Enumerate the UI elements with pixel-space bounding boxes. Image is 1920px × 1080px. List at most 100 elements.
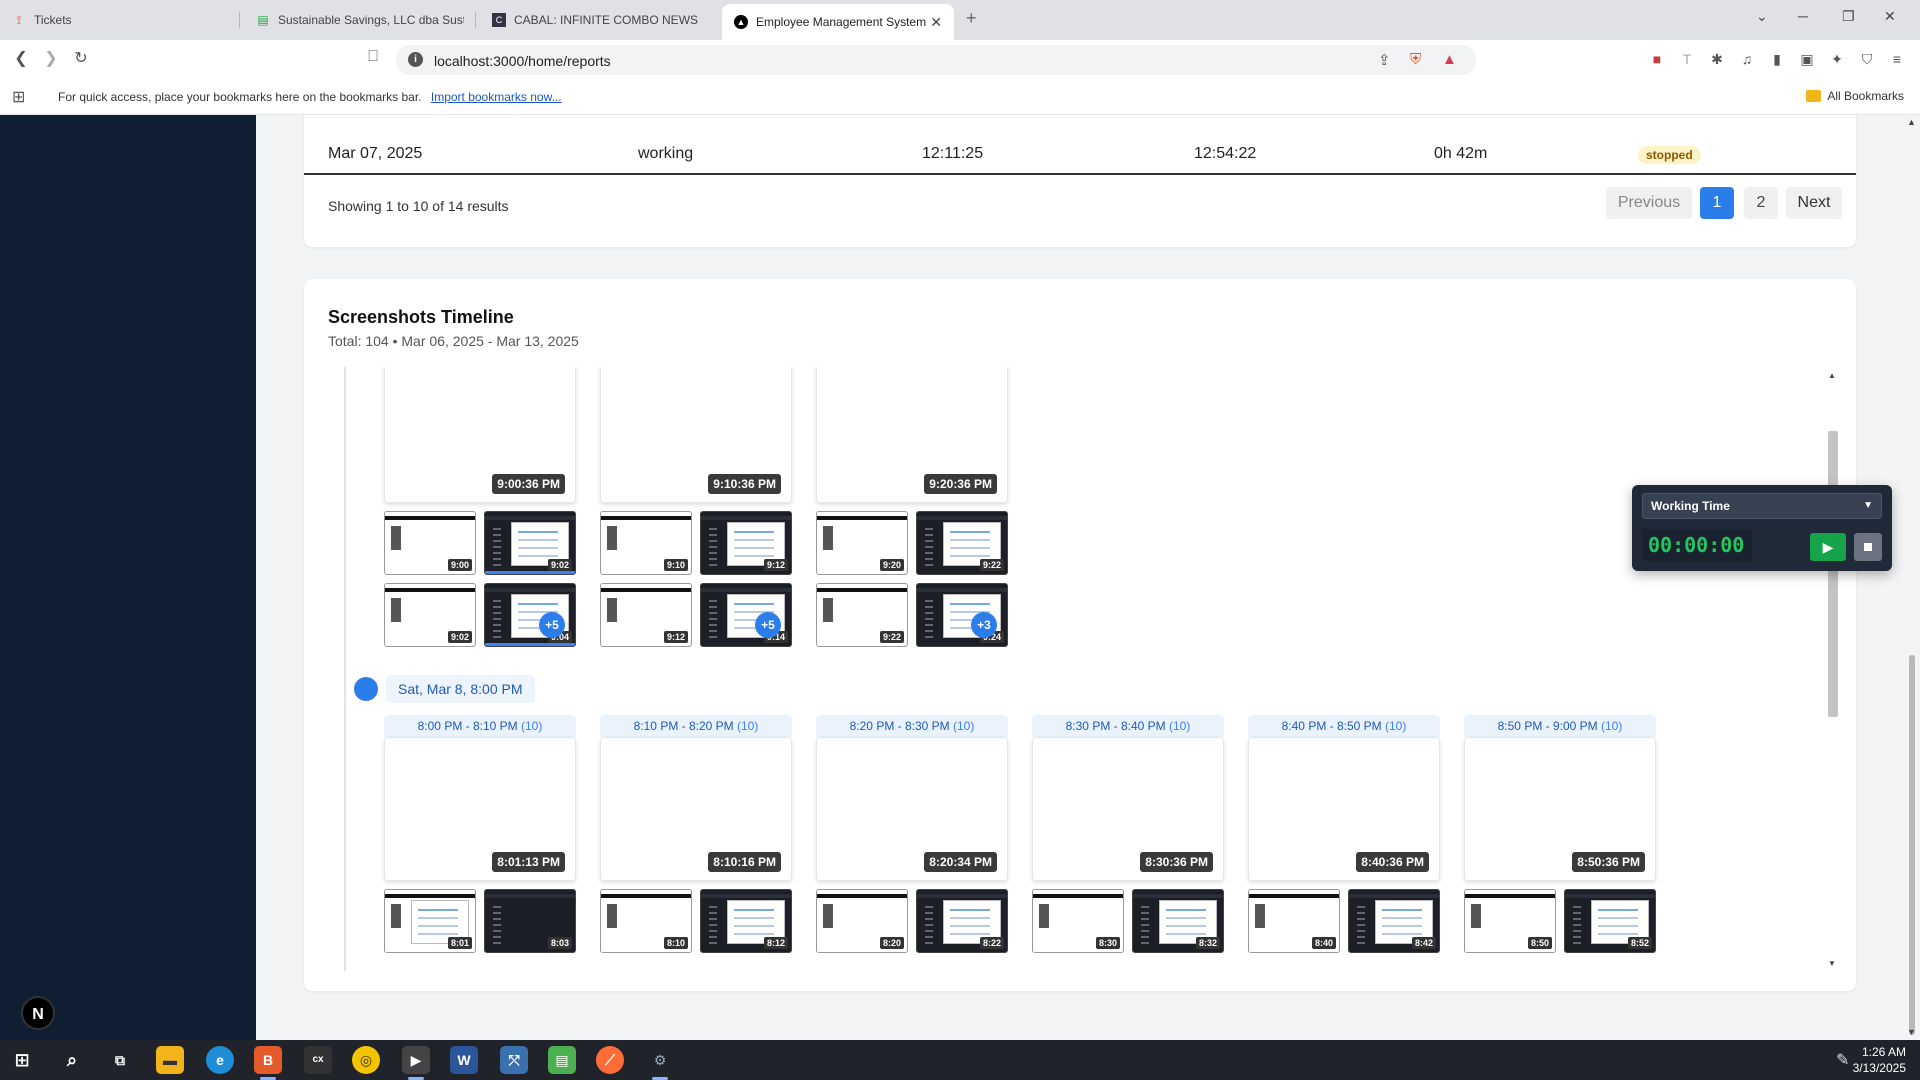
mini-screenshot[interactable]: 9:22 xyxy=(816,583,908,647)
back-icon[interactable]: ❮ xyxy=(10,48,32,68)
address-bar[interactable]: i localhost:3000/home/reports ⇪ ⛨ ▲ xyxy=(396,45,1476,75)
postman-icon[interactable]: ⟋ xyxy=(596,1046,624,1074)
tab-sustainable-savings[interactable]: ▤ Sustainable Savings, LLC dba Sustain xyxy=(244,0,476,40)
forward-icon[interactable]: ❯ xyxy=(40,48,62,68)
mini-screenshot[interactable]: 8:32 xyxy=(1132,889,1224,953)
screenshot-thumbnail[interactable]: 8:50:36 PM xyxy=(1464,737,1656,881)
vpn-icon[interactable]: ⛉ xyxy=(1858,50,1876,68)
search-icon[interactable]: ⌕ xyxy=(58,1046,86,1074)
tab-employee-management[interactable]: ▲ Employee Management System ✕ xyxy=(722,4,954,40)
mini-screenshot[interactable]: 9:14 +5 xyxy=(700,583,792,647)
tab-search-icon[interactable]: ⌄ xyxy=(1756,8,1768,25)
extension-icon[interactable]: ■ xyxy=(1648,50,1666,68)
screenshot-thumbnail[interactable]: 8:20:34 PM xyxy=(816,737,1008,881)
mini-screenshot[interactable]: 8:20 xyxy=(816,889,908,953)
minimize-icon[interactable]: ─ xyxy=(1798,8,1808,24)
file-explorer-icon[interactable]: ▬ xyxy=(156,1046,184,1074)
translate-icon[interactable]: T xyxy=(1678,50,1696,68)
mini-screenshot[interactable]: 9:10 xyxy=(600,511,692,575)
tab-cabal[interactable]: C CABAL: INFINITE COMBO NEWS xyxy=(480,0,718,40)
mini-screenshot[interactable]: 9:02 xyxy=(384,583,476,647)
screenshot-thumbnail[interactable]: 9:20:36 PM xyxy=(816,367,1008,503)
menu-icon[interactable]: ≡ xyxy=(1888,50,1906,68)
mini-screenshot[interactable]: 8:12 xyxy=(700,889,792,953)
mini-screenshot[interactable]: 9:12 xyxy=(600,583,692,647)
system-clock[interactable]: 1:26 AM 3/13/2025 xyxy=(1853,1044,1906,1076)
screenshot-thumbnail[interactable]: 9:00:36 PM xyxy=(384,367,576,503)
reload-icon[interactable]: ↻ xyxy=(70,48,92,68)
sidebar-icon[interactable]: ▮ xyxy=(1768,50,1786,68)
more-screenshots-badge[interactable]: +5 xyxy=(539,612,565,638)
mini-screenshot[interactable]: 8:22 xyxy=(916,889,1008,953)
next-page-button[interactable]: Next xyxy=(1786,187,1842,219)
mini-screenshot[interactable]: 8:03 xyxy=(484,889,576,953)
tab-tickets[interactable]: ⟟ Tickets xyxy=(0,0,240,40)
mini-screenshot[interactable]: 8:10 xyxy=(600,889,692,953)
scrollbar-thumb[interactable] xyxy=(1828,431,1838,717)
close-window-icon[interactable]: ✕ xyxy=(1884,8,1896,25)
mini-screenshot[interactable]: 8:40 xyxy=(1248,889,1340,953)
cursor-app-icon[interactable]: ▶ xyxy=(402,1046,430,1074)
previous-page-button[interactable]: Previous xyxy=(1606,187,1692,219)
brave-rewards-icon[interactable]: ▲ xyxy=(1442,51,1457,68)
page-scroll-down-icon[interactable]: ▼ xyxy=(1907,1027,1916,1037)
bookmark-icon[interactable]: ⎕ xyxy=(362,48,384,66)
close-tab-icon[interactable]: ✕ xyxy=(930,14,942,31)
task-view-icon[interactable]: ⧉ xyxy=(106,1046,134,1074)
mini-screenshot[interactable]: 8:50 xyxy=(1464,889,1556,953)
page-scrollbar[interactable]: ▲ ▼ xyxy=(1904,115,1920,1040)
page-1-button[interactable]: 1 xyxy=(1700,187,1734,219)
new-tab-button[interactable]: + xyxy=(966,8,977,29)
screenshot-thumbnail[interactable]: 9:10:36 PM xyxy=(600,367,792,503)
leo-ai-icon[interactable]: ✦ xyxy=(1828,50,1846,68)
edge-icon[interactable]: e xyxy=(206,1046,234,1074)
scroll-up-icon[interactable]: ▲ xyxy=(1828,371,1836,380)
chat-app-icon[interactable]: ◎ xyxy=(352,1046,380,1074)
mini-screenshot[interactable]: 8:42 xyxy=(1348,889,1440,953)
extensions-puzzle-icon[interactable]: ✱ xyxy=(1708,50,1726,68)
mini-screenshot[interactable]: 8:52 xyxy=(1564,889,1656,953)
start-timer-button[interactable]: ▶ xyxy=(1810,533,1846,561)
wallet-icon[interactable]: ▣ xyxy=(1798,50,1816,68)
screenshot-thumbnail[interactable]: 8:01:13 PM xyxy=(384,737,576,881)
timer-mode-select[interactable]: Working Time ▼ xyxy=(1642,493,1882,519)
restore-icon[interactable]: ❐ xyxy=(1842,8,1855,25)
apps-grid-icon[interactable]: ⊞ xyxy=(12,87,25,107)
nextjs-dev-badge[interactable]: N xyxy=(21,996,55,1030)
capcut-icon[interactable]: cx xyxy=(304,1046,332,1074)
site-info-icon[interactable]: i xyxy=(408,52,423,67)
mini-screenshot[interactable]: 9:24 +3 xyxy=(916,583,1008,647)
mini-screenshot[interactable]: 9:20 xyxy=(816,511,908,575)
scroll-down-icon[interactable]: ▼ xyxy=(1828,959,1836,968)
mini-screenshot[interactable]: 9:00 xyxy=(384,511,476,575)
page-scroll-up-icon[interactable]: ▲ xyxy=(1907,117,1916,127)
mysql-workbench-icon[interactable]: ⤲ xyxy=(500,1046,528,1074)
mini-screenshot[interactable]: 8:01 xyxy=(384,889,476,953)
timeline-scroll-area[interactable]: 9:00:36 PM 9:00 9:02 9:02 9:04 +5 9:10:36… xyxy=(344,367,1824,971)
brave-shields-icon[interactable]: ⛨ xyxy=(1410,51,1421,68)
more-screenshots-badge[interactable]: +5 xyxy=(755,612,781,638)
mini-screenshot[interactable]: 9:22 xyxy=(916,511,1008,575)
settings-gear-icon[interactable]: ⚙ xyxy=(646,1046,674,1074)
screenshot-thumbnail[interactable]: 8:40:36 PM xyxy=(1248,737,1440,881)
more-screenshots-badge[interactable]: +3 xyxy=(971,612,997,638)
stop-timer-button[interactable] xyxy=(1854,533,1882,561)
pen-icon[interactable]: ✎ xyxy=(1836,1050,1849,1070)
mini-screenshot[interactable]: 9:04 +5 xyxy=(484,583,576,647)
share-icon[interactable]: ⇪ xyxy=(1378,51,1391,69)
all-bookmarks-button[interactable]: All Bookmarks xyxy=(1806,89,1904,103)
page-scrollbar-thumb[interactable] xyxy=(1909,655,1915,1035)
word-icon[interactable]: W xyxy=(450,1046,478,1074)
mini-screenshot[interactable]: 9:02 xyxy=(484,511,576,575)
screenshot-thumbnail[interactable]: 8:30:36 PM xyxy=(1032,737,1224,881)
windows-start-icon[interactable]: ⊞ xyxy=(8,1046,36,1074)
page-2-button[interactable]: 2 xyxy=(1744,187,1778,219)
import-bookmarks-link[interactable]: Import bookmarks now... xyxy=(431,90,562,104)
music-icon[interactable]: ♫ xyxy=(1738,50,1756,68)
screenshot-thumbnail[interactable]: 8:10:16 PM xyxy=(600,737,792,881)
notepad-icon[interactable]: ▤ xyxy=(548,1046,576,1074)
timeline-scrollbar[interactable]: ▲ ▼ xyxy=(1826,367,1838,971)
mini-screenshot[interactable]: 9:12 xyxy=(700,511,792,575)
url-text[interactable]: localhost:3000/home/reports xyxy=(434,53,611,69)
mini-screenshot[interactable]: 8:30 xyxy=(1032,889,1124,953)
